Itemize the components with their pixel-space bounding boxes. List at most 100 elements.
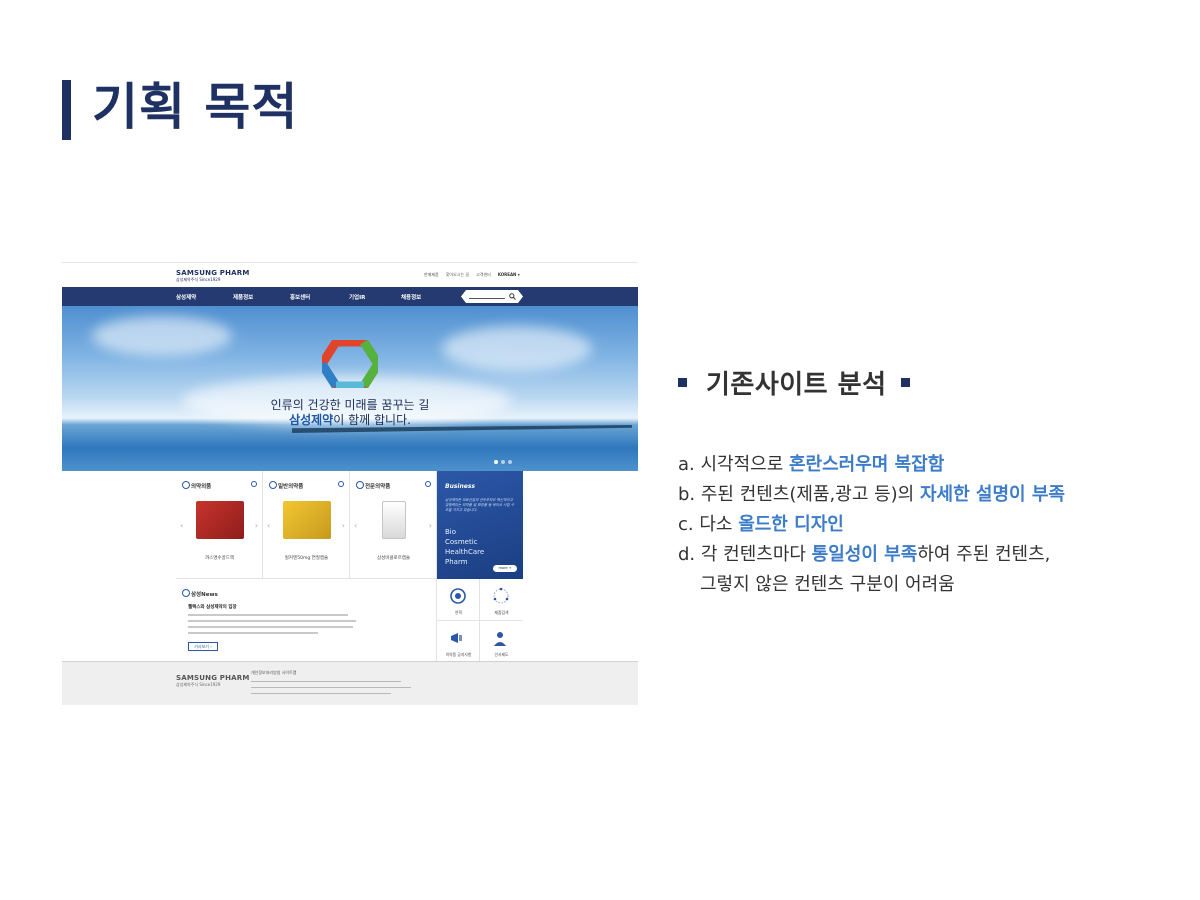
person-icon bbox=[494, 632, 506, 646]
news-text-line bbox=[188, 620, 356, 622]
news-more-button: 기사보기 › bbox=[188, 642, 218, 651]
hero-slogan-brand: 삼성제약 bbox=[289, 413, 334, 427]
analysis-item: b. 주된 컨텐츠(제품,광고 등)의 자세한 설명이 부족 bbox=[678, 480, 1178, 510]
site-hero-banner: 인류의 건강한 미래를 꿈꾸는 길 삼성제약이 함께 합니다. bbox=[62, 306, 638, 471]
gnb-item-company: 삼성제약 bbox=[176, 295, 197, 301]
business-word: HealthCare bbox=[445, 548, 485, 556]
plus-icon bbox=[251, 481, 257, 487]
chevron-left-icon: ‹ bbox=[354, 521, 358, 530]
site-logo: SAMSUNG PHARM 삼성제약주식 Since1929 bbox=[176, 269, 250, 282]
news-panel: 삼성News 젤렉스와 삼성제약의 입장 기사보기 › bbox=[176, 579, 437, 663]
site-topbar: SAMSUNG PHARM 삼성제약주식 Since1929 판매제품 찾아오시… bbox=[62, 263, 638, 287]
product-name: 헐커텐50mg 연질캡슐 bbox=[284, 556, 329, 561]
gnb-search-box bbox=[461, 290, 523, 303]
quick-link-label: 제품검색 bbox=[494, 610, 509, 615]
quick-link-label: 인사제도 bbox=[494, 652, 509, 657]
product-card-heading: 일반의약품 bbox=[269, 481, 303, 490]
chevron-right-icon: › bbox=[428, 521, 432, 530]
product-image bbox=[382, 501, 406, 539]
util-link-products: 판매제품 bbox=[424, 272, 439, 277]
megaphone-icon bbox=[451, 633, 462, 643]
site-logo-sub: 삼성제약주식 Since1929 bbox=[176, 277, 221, 282]
footer-text-line bbox=[251, 687, 411, 689]
chevron-right-icon: › bbox=[341, 521, 345, 530]
analysis-item-prefix: d. 각 컨텐츠마다 bbox=[678, 544, 812, 565]
network-icon bbox=[493, 587, 509, 604]
site-util-links: 판매제품 찾아오시는 길 고객센터 KOREAN ▾ bbox=[424, 272, 520, 278]
business-panel: Business 삼성제약은 의료산업의 선두주자로 혁신적이고 경쟁력있는 의… bbox=[437, 471, 523, 579]
plus-icon bbox=[425, 481, 431, 487]
chevron-left-icon: ‹ bbox=[267, 521, 271, 530]
quick-link-product-search: 제품검색 bbox=[480, 579, 523, 621]
search-icon bbox=[509, 293, 516, 300]
news-title: 젤렉스와 삼성제약의 입장 bbox=[188, 605, 237, 610]
site-footer: SAMSUNG PHARM 삼성제약주식 Since1929 개인정보처리방침 … bbox=[62, 661, 638, 705]
analysis-heading: 기존사이트 분석 bbox=[678, 362, 948, 402]
business-title: Business bbox=[445, 483, 475, 490]
pager-dot bbox=[508, 460, 512, 464]
legacy-site-screenshot: SAMSUNG PHARM 삼성제약주식 Since1929 판매제품 찾아오시… bbox=[62, 262, 638, 705]
site-logo-name: SAMSUNG PHARM bbox=[176, 269, 250, 277]
product-card-heading: 전문의약품 bbox=[356, 481, 390, 490]
news-text-line bbox=[188, 614, 348, 616]
gnb-item-products: 제품정보 bbox=[233, 295, 254, 301]
analysis-item-prefix: c. 다소 bbox=[678, 514, 739, 535]
footer-logo-name: SAMSUNG PHARM bbox=[176, 674, 250, 682]
site-content-grid: 의약외품 ‹ › 까스명수골드액 일반의약품 ‹ › 헐커텐50mg 연질캡슐 … bbox=[176, 471, 524, 663]
quick-link-history: 연혁 bbox=[437, 579, 480, 621]
product-card-rx: 전문의약품 ‹ › 삼성비클로르캡슐 bbox=[350, 471, 437, 579]
business-words: Bio Cosmetic HealthCare Pharm bbox=[445, 527, 484, 567]
analysis-item-highlight: 올드한 디자인 bbox=[738, 514, 844, 535]
analysis-item-highlight: 자세한 설명이 부족 bbox=[919, 484, 1065, 505]
business-word: Pharm bbox=[445, 558, 468, 566]
util-link-location: 찾아오시는 길 bbox=[445, 272, 470, 277]
hero-slogan-line2: 삼성제약이 함께 합니다. bbox=[62, 411, 638, 428]
footer-logo-sub: 삼성제약주식 Since1929 bbox=[176, 682, 221, 687]
news-heading: 삼성News bbox=[182, 589, 218, 598]
hero-cloud bbox=[92, 316, 232, 356]
gnb-item-ir: 기업IR bbox=[349, 295, 366, 301]
bullet-square-icon bbox=[678, 377, 687, 387]
chevron-right-icon: › bbox=[254, 521, 258, 530]
globe-icon bbox=[450, 588, 466, 604]
gnb-item-recruit: 채용정보 bbox=[401, 295, 422, 301]
title-accent-bar bbox=[62, 80, 71, 140]
analysis-list: a. 시각적으로 혼란스러우며 복잡함 b. 주된 컨텐츠(제품,광고 등)의 … bbox=[678, 450, 1178, 600]
analysis-item-prefix: a. 시각적으로 bbox=[678, 454, 789, 475]
product-image bbox=[196, 501, 244, 539]
footer-links: 개인정보처리방침 사이트맵 bbox=[251, 670, 297, 675]
hexagon-logo-icon bbox=[322, 340, 378, 388]
hero-pager bbox=[494, 460, 512, 464]
product-card-otc: 일반의약품 ‹ › 헐커텐50mg 연질캡슐 bbox=[263, 471, 350, 579]
pager-dot bbox=[494, 460, 498, 464]
site-gnb: 삼성제약 제품정보 홍보센터 기업IR 채용정보 bbox=[62, 287, 638, 306]
footer-text-line bbox=[251, 681, 401, 683]
quick-link-notice: 의약품 공지사항 bbox=[437, 621, 480, 663]
footer-logo: SAMSUNG PHARM 삼성제약주식 Since1929 bbox=[176, 674, 250, 687]
analysis-item-highlight: 혼란스러우며 복잡함 bbox=[789, 454, 945, 475]
analysis-heading-text: 기존사이트 분석 bbox=[706, 369, 887, 400]
util-link-support: 고객센터 bbox=[476, 272, 491, 277]
bullet-square-icon bbox=[900, 377, 910, 387]
util-link-language: KOREAN ▾ bbox=[497, 272, 520, 277]
product-name: 까스명수골드액 bbox=[205, 556, 234, 561]
quick-link-label: 의약품 공지사항 bbox=[445, 652, 472, 657]
business-word: Cosmetic bbox=[445, 538, 478, 546]
gnb-item-pr: 홍보센터 bbox=[290, 295, 311, 301]
page-title: 기획 목적 bbox=[92, 78, 299, 136]
analysis-item-prefix: b. 주된 컨텐츠(제품,광고 등)의 bbox=[678, 484, 920, 505]
product-card-quasi-drug: 의약외품 ‹ › 까스명수골드액 bbox=[176, 471, 263, 579]
hero-cloud bbox=[442, 326, 592, 371]
search-underline bbox=[469, 298, 505, 299]
news-text-line bbox=[188, 626, 353, 628]
analysis-item-continuation: 그렇지 않은 컨텐츠 구분이 어려움 bbox=[700, 574, 955, 595]
business-more-button: more + bbox=[493, 565, 517, 572]
analysis-item: c. 다소 올드한 디자인 bbox=[678, 510, 1178, 540]
product-name: 삼성비클로르캡슐 bbox=[376, 556, 411, 561]
product-card-heading: 의약외품 bbox=[182, 481, 211, 490]
analysis-item-suffix: 하여 주된 컨텐츠, bbox=[917, 544, 1051, 565]
product-image bbox=[283, 501, 331, 539]
footer-text-line bbox=[251, 693, 391, 695]
quick-link-hr: 인사제도 bbox=[480, 621, 523, 663]
analysis-item: a. 시각적으로 혼란스러우며 복잡함 bbox=[678, 450, 1178, 480]
